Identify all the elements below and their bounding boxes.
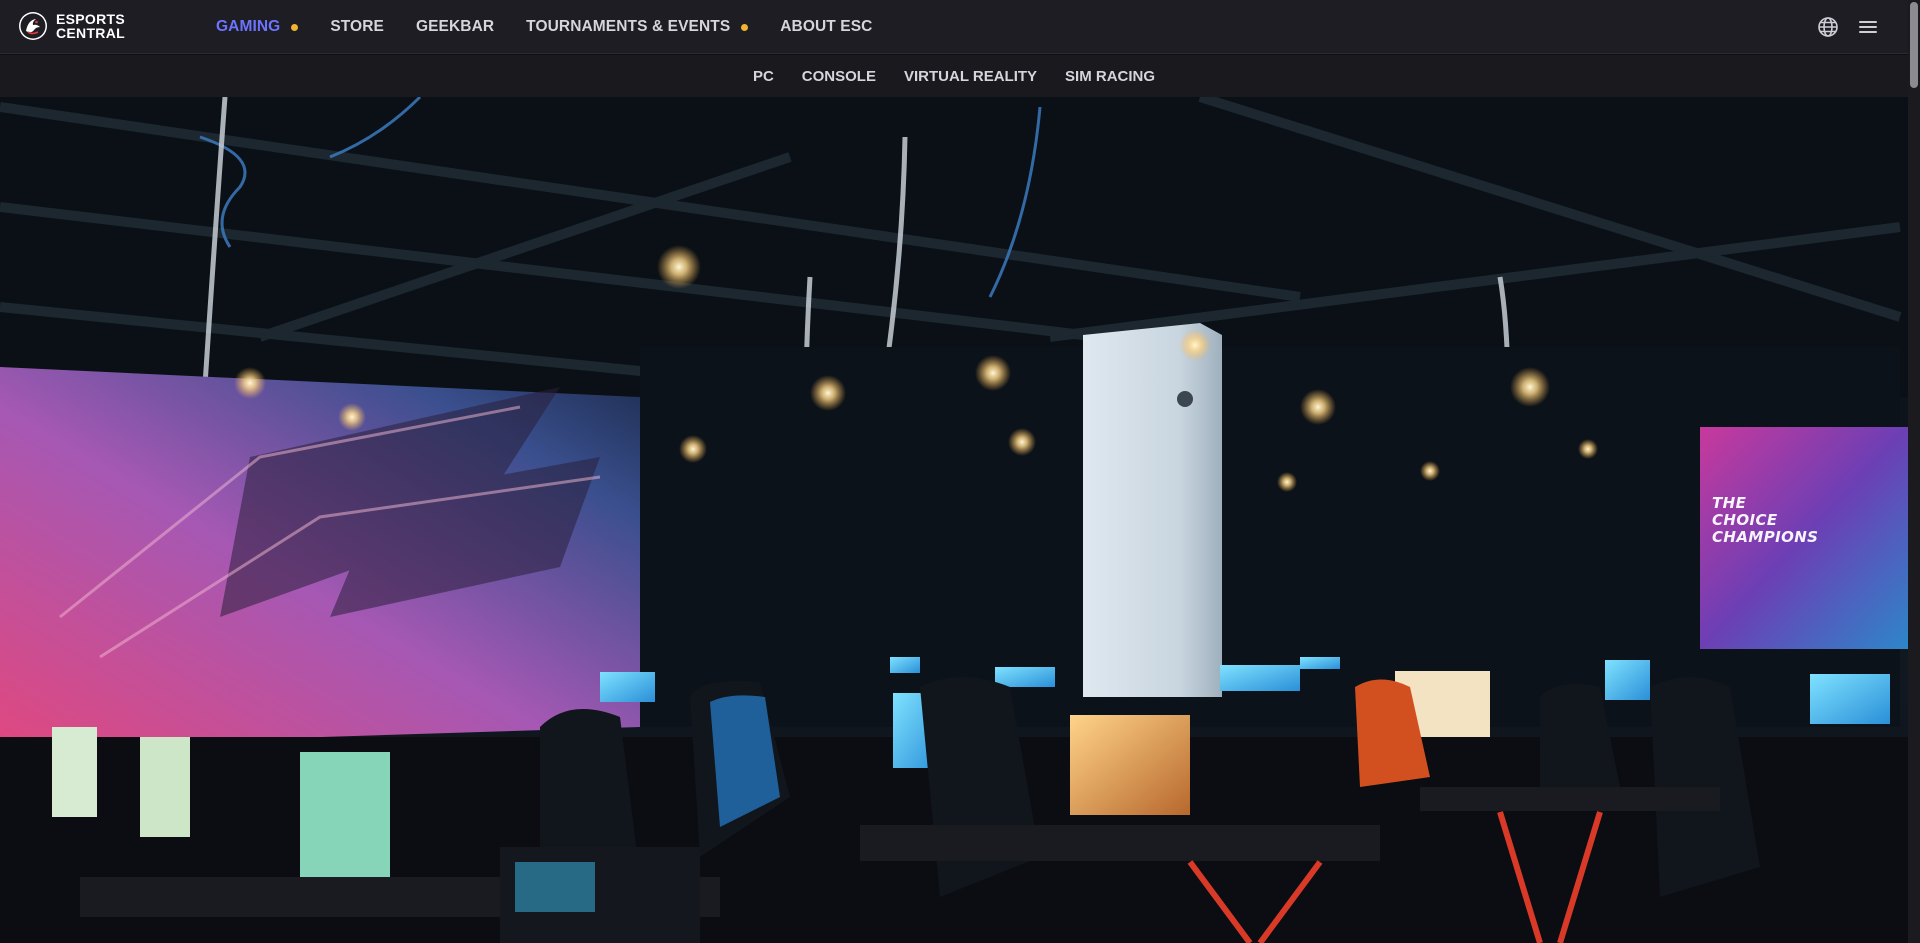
nav-item-about-esc[interactable]: ABOUT ESC bbox=[780, 18, 872, 36]
scrollbar-thumb[interactable] bbox=[1910, 2, 1918, 88]
nav-item-store[interactable]: STORE bbox=[330, 18, 384, 36]
hamburger-menu-icon bbox=[1859, 21, 1877, 33]
nav-item-label: GEEKBAR bbox=[415, 18, 495, 35]
page-scrollbar[interactable] bbox=[1908, 0, 1920, 943]
new-indicator-dot bbox=[741, 23, 749, 31]
nav-item-gaming[interactable]: GAMING bbox=[216, 18, 299, 36]
new-indicator-dot bbox=[291, 23, 299, 31]
nav-item-label: GAMING bbox=[216, 18, 281, 35]
nav-item-tournaments-events[interactable]: TOURNAMENTS & EVENTS bbox=[526, 18, 749, 36]
subnav-item-pc[interactable]: PC bbox=[753, 68, 774, 85]
subnav-item-sim-racing[interactable]: SIM RACING bbox=[1065, 68, 1155, 85]
nav-item-geekbar[interactable]: GEEKBAR bbox=[416, 18, 494, 36]
subnav-item-console[interactable]: CONSOLE bbox=[802, 68, 876, 85]
main-nav: GAMING STORE GEEKBAR TOURNAMENTS & EVENT… bbox=[216, 0, 904, 54]
nav-item-label: STORE bbox=[330, 18, 384, 35]
esports-central-logo-icon bbox=[19, 12, 47, 40]
hero-image-gaming-arena: THE CHOICE CHAMPIONS bbox=[0, 97, 1908, 943]
subnav-item-virtual-reality[interactable]: VIRTUAL REALITY bbox=[904, 68, 1037, 85]
brand-line-2: CENTRAL bbox=[56, 25, 125, 41]
banner-line-1: THE bbox=[1712, 494, 1747, 512]
nav-item-label: ABOUT ESC bbox=[780, 18, 873, 35]
banner-line-2: CHOICE bbox=[1712, 511, 1778, 529]
brand-line-1: ESPORTS bbox=[56, 11, 126, 27]
brand-name: ESPORTS CENTRAL bbox=[56, 12, 125, 40]
banner-line-3: CHAMPIONS bbox=[1712, 528, 1819, 546]
hero-illustration bbox=[0, 97, 1908, 943]
globe-icon bbox=[1818, 17, 1838, 37]
brand-logo-link[interactable]: ESPORTS CENTRAL bbox=[18, 11, 125, 41]
sub-navbar: PC CONSOLE VIRTUAL REALITY SIM RACING bbox=[0, 55, 1908, 97]
nav-item-label: TOURNAMENTS & EVENTS bbox=[526, 18, 731, 35]
language-button[interactable] bbox=[1808, 7, 1848, 47]
menu-button[interactable] bbox=[1848, 7, 1888, 47]
page: ESPORTS CENTRAL GAMING STORE GEEKBAR TOU… bbox=[0, 0, 1920, 943]
top-navbar: ESPORTS CENTRAL GAMING STORE GEEKBAR TOU… bbox=[0, 0, 1908, 54]
banner-slogan: THE CHOICE CHAMPIONS bbox=[1712, 495, 1818, 546]
